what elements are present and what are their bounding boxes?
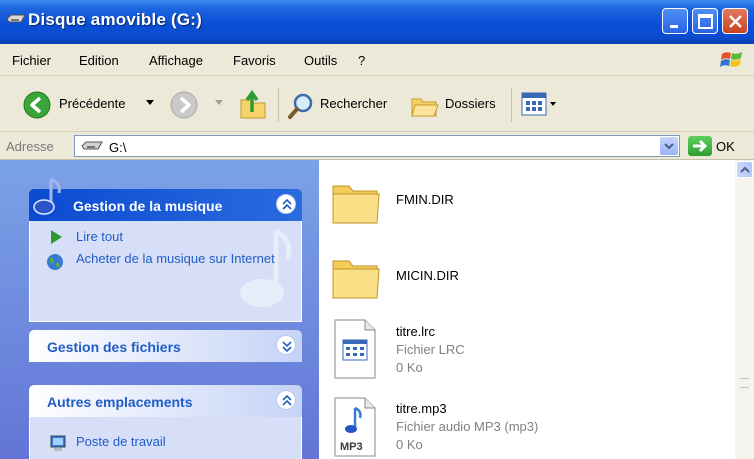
- chevron-down-icon: [282, 341, 292, 353]
- close-button[interactable]: [722, 8, 748, 34]
- minimize-icon: [670, 25, 678, 28]
- folder-icon[interactable]: [331, 178, 381, 226]
- file-size: 0 Ko: [396, 360, 423, 375]
- my-computer-link[interactable]: Poste de travail: [76, 434, 166, 449]
- menu-affichage[interactable]: Affichage: [149, 53, 203, 68]
- chevron-down-icon: [664, 143, 674, 150]
- address-dropdown-button[interactable]: [660, 137, 678, 155]
- menu-edition[interactable]: Edition: [79, 53, 119, 68]
- file-name[interactable]: titre.mp3: [396, 401, 447, 416]
- address-value: G:\: [109, 140, 127, 155]
- file-tasks-header[interactable]: Gestion des fichiers: [29, 330, 302, 362]
- folders-icon[interactable]: [410, 91, 440, 119]
- other-places-title: Autres emplacements: [47, 394, 193, 410]
- music-note-icon: [33, 177, 61, 215]
- file-type: Fichier LRC: [396, 342, 465, 357]
- go-button[interactable]: [688, 136, 712, 156]
- search-icon[interactable]: [287, 92, 315, 120]
- file-name[interactable]: MICIN.DIR: [396, 268, 459, 283]
- other-places-body: Poste de travail: [29, 417, 302, 459]
- address-label: Adresse: [6, 139, 54, 154]
- chevron-up-icon: [740, 166, 750, 173]
- mp3-badge: MP3: [340, 441, 363, 453]
- task-pane: Gestion de la musique Lire tout Acheter …: [0, 160, 319, 459]
- menu-help[interactable]: ?: [358, 53, 365, 68]
- menu-outils[interactable]: Outils: [304, 53, 337, 68]
- file-name[interactable]: titre.lrc: [396, 324, 435, 339]
- scroll-up-button[interactable]: [736, 161, 753, 178]
- title-bar[interactable]: Disque amovible (G:): [0, 0, 754, 44]
- maximize-button[interactable]: [692, 8, 718, 34]
- search-button-label[interactable]: Rechercher: [320, 96, 387, 111]
- back-button-label[interactable]: Précédente: [59, 96, 126, 111]
- other-places-header[interactable]: Autres emplacements: [29, 385, 302, 417]
- forward-arrow-icon[interactable]: [170, 91, 198, 119]
- close-icon: [729, 15, 742, 28]
- menu-favoris[interactable]: Favoris: [233, 53, 276, 68]
- music-tasks-title: Gestion de la musique: [73, 198, 223, 214]
- file-tasks-box: Gestion des fichiers: [29, 330, 302, 362]
- menu-fichier[interactable]: Fichier: [12, 53, 51, 68]
- play-icon: [51, 230, 62, 244]
- views-icon[interactable]: [521, 92, 557, 116]
- chevron-up-icon: [282, 394, 292, 406]
- file-name[interactable]: FMIN.DIR: [396, 192, 454, 207]
- go-button-label[interactable]: OK: [716, 139, 735, 154]
- back-dropdown-icon[interactable]: [146, 100, 154, 106]
- toolbar-separator: [278, 88, 279, 122]
- scroll-grip[interactable]: [740, 378, 749, 388]
- other-places-box: Autres emplacements Poste de travail: [29, 385, 302, 459]
- vertical-scrollbar[interactable]: [735, 160, 754, 459]
- file-type: Fichier audio MP3 (mp3): [396, 419, 539, 434]
- folders-button-label[interactable]: Dossiers: [445, 96, 496, 111]
- window-title: Disque amovible (G:): [28, 10, 203, 29]
- music-watermark-icon: [240, 228, 292, 307]
- maximize-icon: [698, 14, 713, 29]
- menu-bar: Fichier Edition Affichage Favoris Outils…: [0, 44, 754, 76]
- file-size: 0 Ko: [396, 437, 423, 452]
- removable-drive-icon: [6, 14, 26, 23]
- minimize-button[interactable]: [662, 8, 688, 34]
- expand-button[interactable]: [276, 335, 296, 355]
- address-bar: Adresse G:\ OK: [0, 132, 754, 160]
- play-all-link[interactable]: Lire tout: [76, 229, 123, 244]
- file-list: FMIN.DIR MICIN.DIR titre.lrc Fichier LRC…: [319, 160, 735, 459]
- go-arrow-icon: [693, 139, 708, 153]
- collapse-button[interactable]: [276, 194, 296, 214]
- file-tasks-title: Gestion des fichiers: [47, 339, 181, 355]
- buy-music-link[interactable]: Acheter de la musique sur Internet: [76, 251, 276, 267]
- collapse-button[interactable]: [276, 390, 296, 410]
- removable-drive-icon: [81, 141, 103, 150]
- globe-icon: [47, 254, 63, 270]
- music-tasks-header[interactable]: Gestion de la musique: [29, 177, 302, 221]
- back-arrow-icon[interactable]: [23, 91, 51, 119]
- windows-logo-icon: [720, 52, 742, 67]
- my-computer-icon: [50, 435, 66, 451]
- up-folder-icon[interactable]: [238, 88, 268, 120]
- address-input[interactable]: G:\: [74, 135, 680, 157]
- chevron-up-icon: [282, 198, 292, 210]
- folder-icon[interactable]: [331, 253, 381, 301]
- forward-dropdown-icon[interactable]: [215, 100, 223, 106]
- toolbar-separator: [511, 88, 512, 122]
- music-tasks-body: Lire tout Acheter de la musique sur Inte…: [29, 221, 302, 322]
- toolbar: Précédente Rechercher Dossiers: [0, 76, 754, 132]
- music-tasks-box: Gestion de la musique Lire tout Acheter …: [29, 177, 302, 322]
- lrc-file-icon[interactable]: [333, 318, 377, 380]
